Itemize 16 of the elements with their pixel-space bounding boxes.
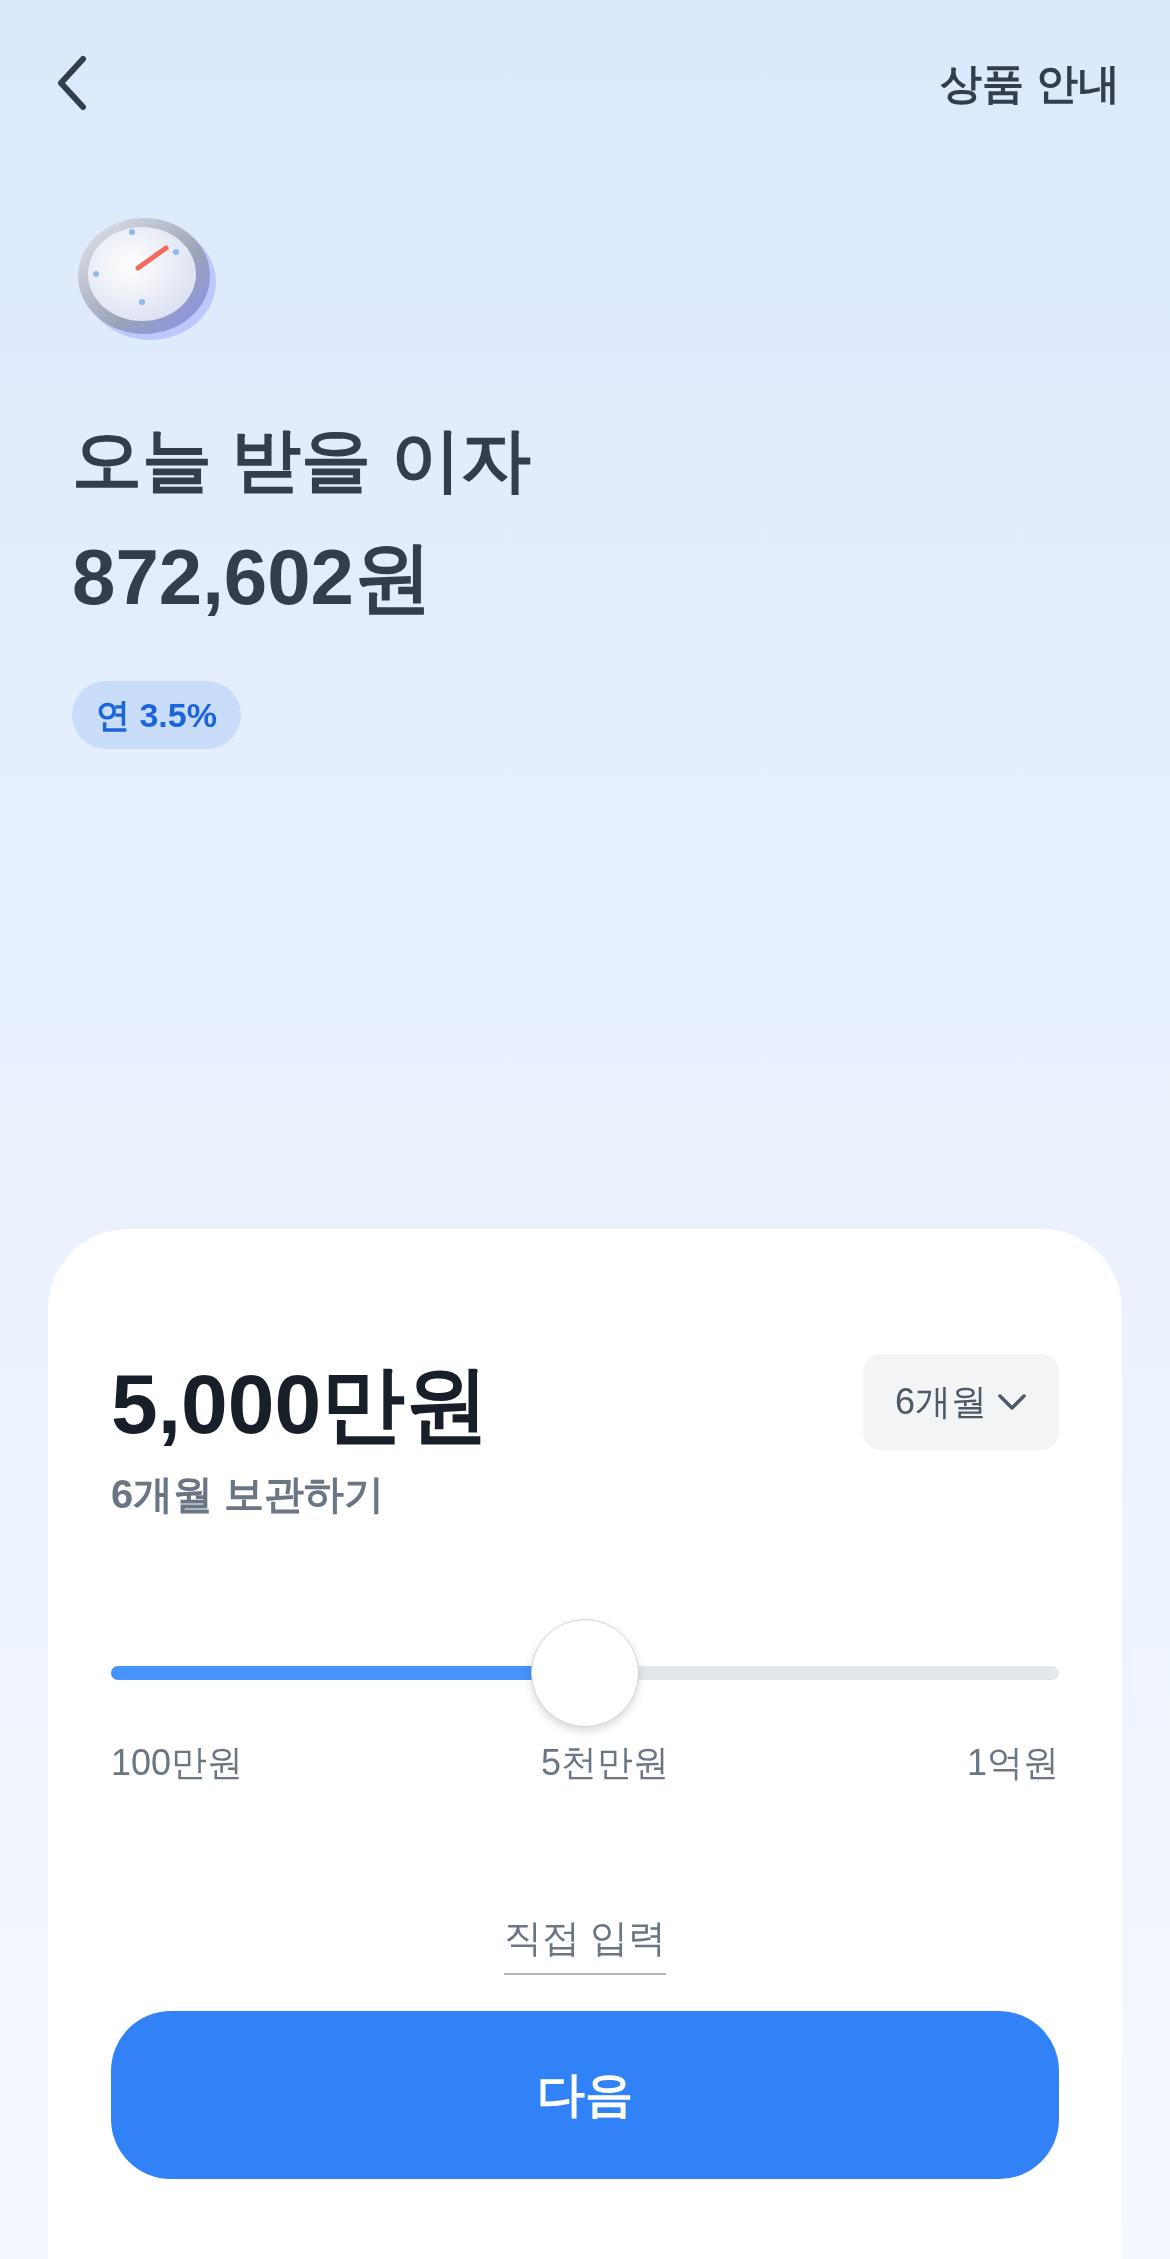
slider-thumb[interactable]	[531, 1619, 639, 1727]
interest-amount: 872,602원	[72, 532, 432, 623]
rate-badge: 연 3.5%	[72, 681, 241, 749]
direct-input-link[interactable]: 직접 입력	[503, 1910, 667, 1975]
back-icon	[55, 55, 89, 111]
deposit-amount: 5,000만원	[111, 1356, 490, 1453]
interest-title: 오늘 받을 이자	[72, 420, 531, 501]
period-dropdown[interactable]: 6개월	[862, 1354, 1059, 1450]
next-button[interactable]: 다음	[111, 2011, 1059, 2179]
slider-scale-label: 5천만원	[541, 1741, 670, 1785]
deposit-period-text: 6개월 보관하기	[111, 1471, 386, 1518]
slider-scale-label: 1억원	[966, 1741, 1059, 1785]
product-info-link[interactable]: 상품 안내	[940, 51, 1120, 115]
amount-slider[interactable]	[111, 1617, 1059, 1729]
chevron-down-icon	[997, 1393, 1027, 1411]
slider-scale-label: 100만원	[111, 1741, 244, 1785]
